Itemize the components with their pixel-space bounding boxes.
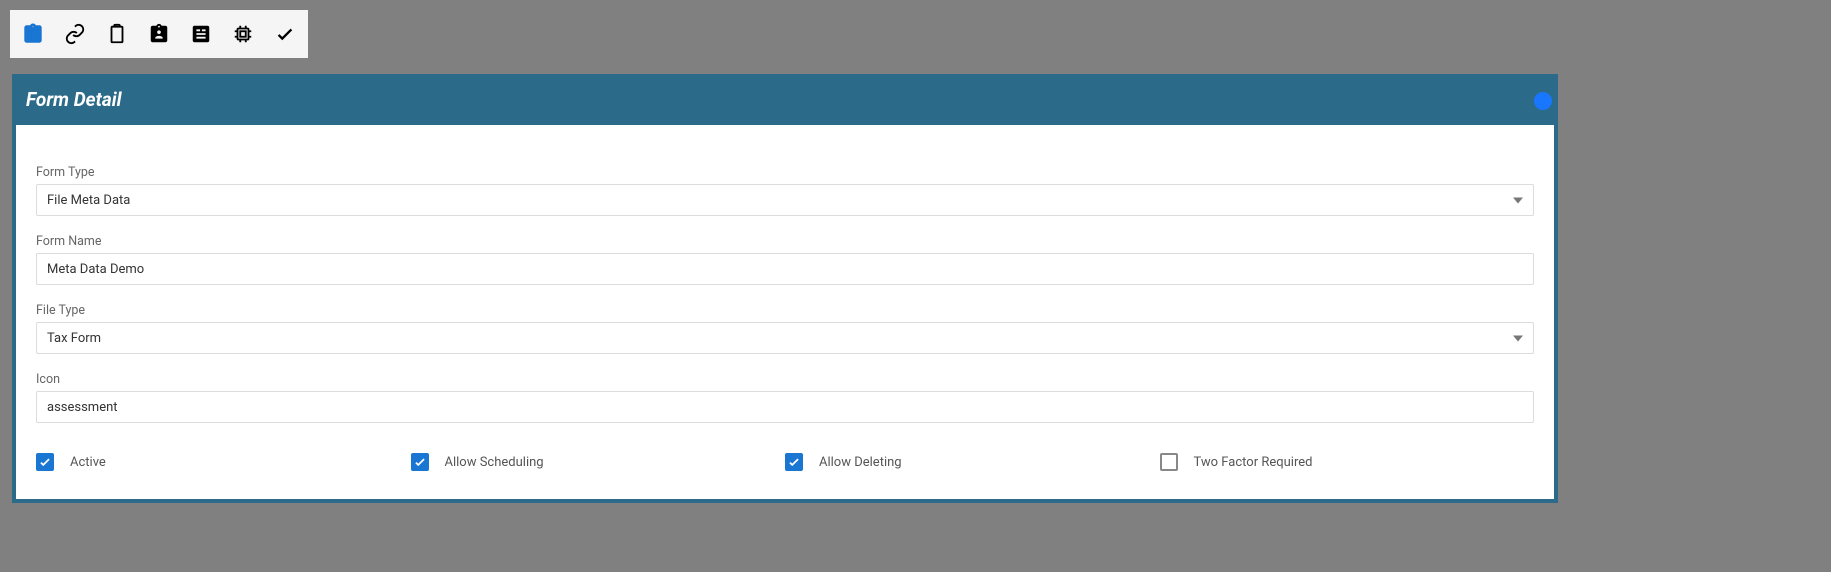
panel-header: Form Detail <box>16 78 1554 125</box>
checkbox-active-label: Active <box>70 455 106 470</box>
toolbar-link-button[interactable] <box>54 14 96 54</box>
icon-input[interactable] <box>36 391 1534 423</box>
checkbox-allow-deleting-label: Allow Deleting <box>819 455 902 470</box>
form-type-select[interactable]: File Meta Data <box>36 184 1534 216</box>
form-name-label: Form Name <box>36 234 1534 249</box>
panel-title: Form Detail <box>26 88 122 111</box>
chevron-down-icon <box>1513 193 1523 208</box>
checkbox-allow-scheduling[interactable] <box>411 453 429 471</box>
toolbar-form-detail-button[interactable] <box>12 14 54 54</box>
check-icon <box>38 455 52 469</box>
panel-header-indicator[interactable] <box>1534 92 1552 110</box>
check-icon <box>787 455 801 469</box>
checkbox-active[interactable] <box>36 453 54 471</box>
toolbar-settings-button[interactable] <box>222 14 264 54</box>
chip-icon <box>232 23 254 45</box>
chevron-down-icon <box>1513 331 1523 346</box>
panel-body: Form Type File Meta Data Form Name File … <box>16 125 1554 499</box>
checkbox-allow-scheduling-label: Allow Scheduling <box>445 455 544 470</box>
field-file-type: File Type Tax Form <box>36 303 1534 354</box>
checkbox-two-factor-group: Two Factor Required <box>1160 453 1535 471</box>
file-type-select[interactable]: Tax Form <box>36 322 1534 354</box>
field-form-name: Form Name <box>36 234 1534 285</box>
form-type-label: Form Type <box>36 165 1534 180</box>
check-icon <box>274 23 296 45</box>
checkbox-two-factor[interactable] <box>1160 453 1178 471</box>
form-name-input[interactable] <box>36 253 1534 285</box>
check-icon <box>413 455 427 469</box>
toolbar-confirm-button[interactable] <box>264 14 306 54</box>
icon-label: Icon <box>36 372 1534 387</box>
checkbox-allow-deleting[interactable] <box>785 453 803 471</box>
form-detail-panel: Form Detail Form Type File Meta Data For… <box>12 74 1558 503</box>
id-badge-icon <box>148 23 170 45</box>
form-type-value: File Meta Data <box>47 193 130 208</box>
toolbar <box>10 10 308 58</box>
file-type-label: File Type <box>36 303 1534 318</box>
toolbar-form-button[interactable] <box>180 14 222 54</box>
field-icon: Icon <box>36 372 1534 423</box>
toolbar-clipboard-button[interactable] <box>96 14 138 54</box>
file-type-value: Tax Form <box>47 331 101 346</box>
clipboard-list-icon <box>22 23 44 45</box>
checkbox-row: Active Allow Scheduling Allow Deleting T… <box>36 453 1534 471</box>
checkbox-active-group: Active <box>36 453 411 471</box>
field-form-type: Form Type File Meta Data <box>36 165 1534 216</box>
form-fields-icon <box>190 23 212 45</box>
checkbox-allow-scheduling-group: Allow Scheduling <box>411 453 786 471</box>
link-icon <box>64 23 86 45</box>
checkbox-allow-deleting-group: Allow Deleting <box>785 453 1160 471</box>
checkbox-two-factor-label: Two Factor Required <box>1194 455 1313 470</box>
toolbar-badge-button[interactable] <box>138 14 180 54</box>
clipboard-icon <box>106 23 128 45</box>
